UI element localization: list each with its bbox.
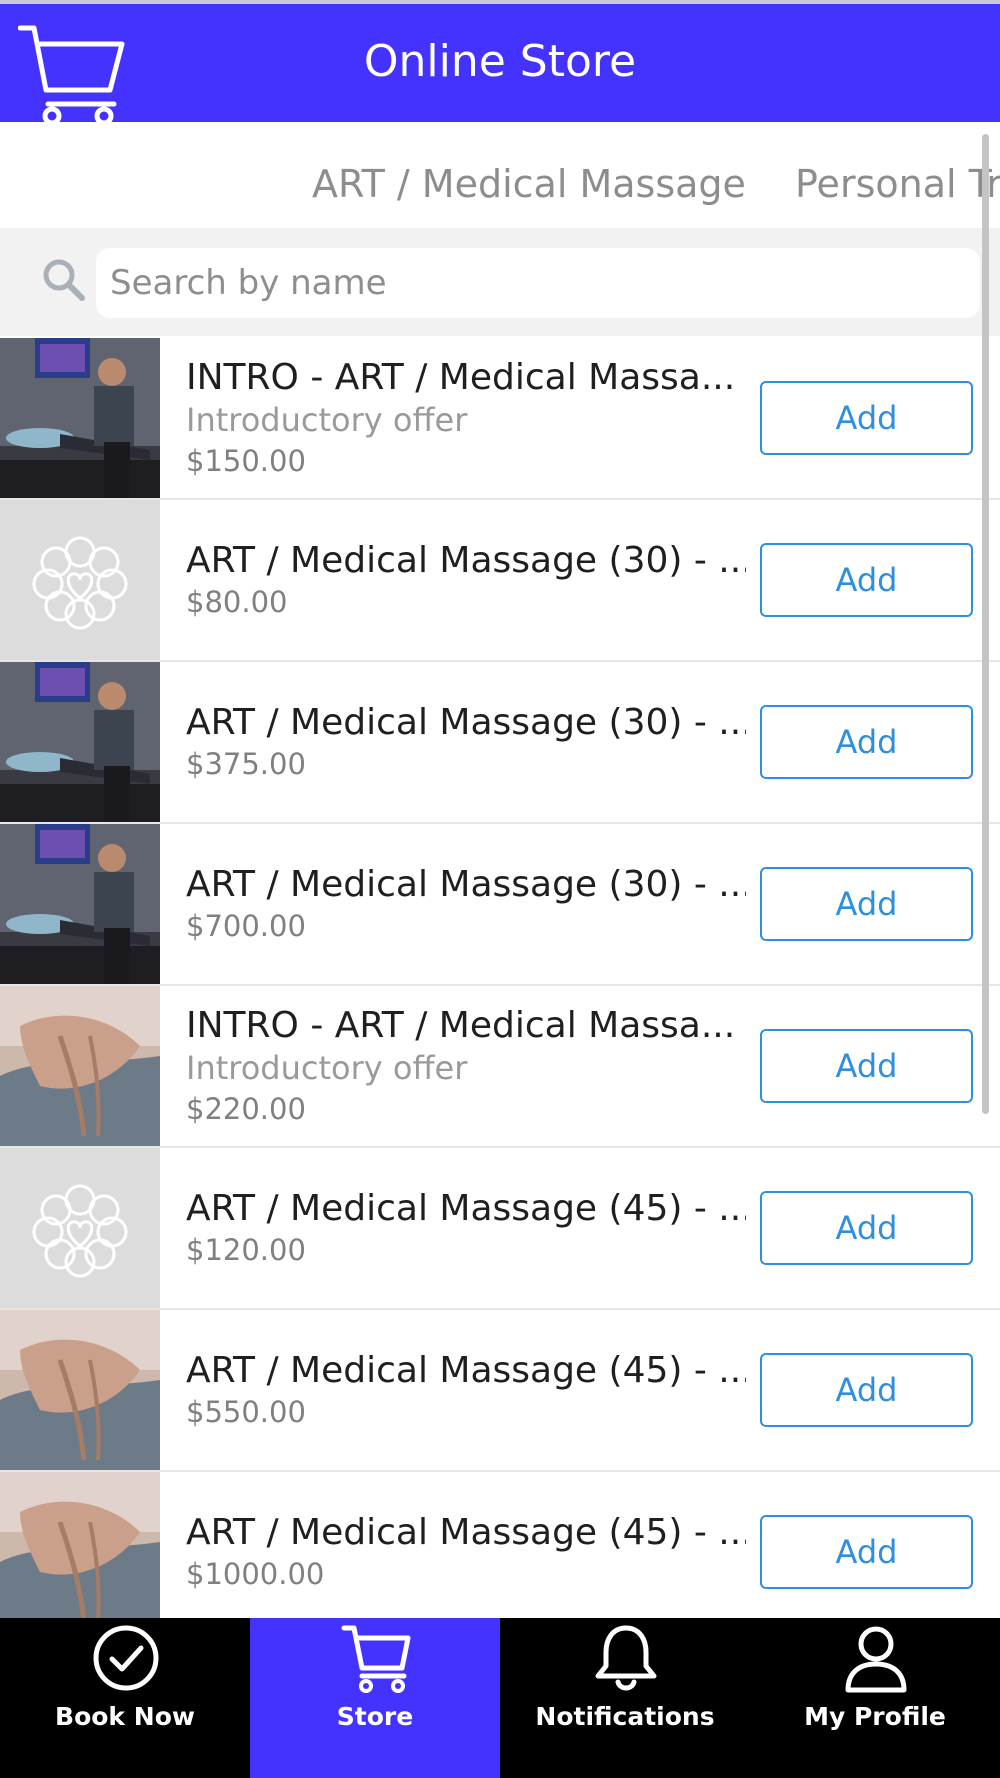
scrollbar[interactable] — [982, 134, 989, 1114]
product-name: INTRO - ART / Medical Massa... — [186, 1005, 736, 1047]
product-price: $220.00 — [186, 1091, 306, 1126]
product-name: ART / Medical Massage (30) - ... — [186, 701, 746, 743]
category-tabs: ART / Medical Massage Personal Tr — [0, 122, 1000, 228]
app-header: Online Store — [0, 4, 1000, 124]
product-row: INTRO - ART / Medical Massa... Introduct… — [0, 338, 1000, 500]
product-price: $80.00 — [186, 584, 288, 619]
product-thumbnail — [0, 1472, 160, 1618]
add-button[interactable]: Add — [760, 705, 973, 779]
product-subtitle: Introductory offer — [186, 1049, 468, 1088]
search-icon — [43, 259, 85, 301]
product-row: ART / Medical Massage (45) - ... $1000.0… — [0, 1472, 1000, 1618]
add-button[interactable]: Add — [760, 1191, 973, 1265]
product-price: $550.00 — [186, 1394, 306, 1429]
bell-icon — [595, 1625, 657, 1691]
check-circle-icon — [93, 1625, 159, 1691]
product-row: ART / Medical Massage (30) - ... $700.00… — [0, 824, 1000, 986]
product-thumbnail — [0, 1148, 160, 1308]
product-name: ART / Medical Massage (30) - ... — [186, 539, 746, 581]
product-row: ART / Medical Massage (30) - ... $375.00… — [0, 662, 1000, 824]
product-name: ART / Medical Massage (45) - ... — [186, 1349, 746, 1391]
product-thumbnail — [0, 662, 160, 822]
add-button[interactable]: Add — [760, 381, 973, 455]
search-input[interactable] — [96, 248, 980, 318]
product-row: INTRO - ART / Medical Massa... Introduct… — [0, 986, 1000, 1148]
product-subtitle: Introductory offer — [186, 401, 468, 440]
nav-label: My Profile — [804, 1702, 946, 1731]
product-price: $150.00 — [186, 443, 306, 478]
add-button[interactable]: Add — [760, 1515, 973, 1589]
product-name: ART / Medical Massage (30) - ... — [186, 863, 746, 905]
product-list: INTRO - ART / Medical Massa... Introduct… — [0, 338, 1000, 1618]
product-row: ART / Medical Massage (45) - ... $550.00… — [0, 1310, 1000, 1472]
add-button[interactable]: Add — [760, 543, 973, 617]
tab-personal-training[interactable]: Personal Tr — [795, 162, 1000, 206]
product-name: ART / Medical Massage (45) - ... — [186, 1187, 746, 1229]
search-bar — [0, 228, 1000, 336]
nav-my-profile[interactable]: My Profile — [750, 1618, 1000, 1778]
nav-store[interactable]: Store — [250, 1618, 500, 1778]
product-row: ART / Medical Massage (45) - ... $120.00… — [0, 1148, 1000, 1310]
nav-notifications[interactable]: Notifications — [500, 1618, 750, 1778]
user-icon — [845, 1626, 907, 1693]
product-thumbnail — [0, 1310, 160, 1470]
product-thumbnail — [0, 986, 160, 1146]
product-name: INTRO - ART / Medical Massa... — [186, 357, 736, 399]
add-button[interactable]: Add — [760, 867, 973, 941]
cart-icon — [341, 1625, 411, 1693]
nav-label: Notifications — [535, 1702, 715, 1731]
nav-label: Store — [336, 1702, 414, 1731]
nav-label: Book Now — [55, 1702, 195, 1731]
add-button[interactable]: Add — [760, 1029, 973, 1103]
product-thumbnail — [0, 500, 160, 660]
nav-book-now[interactable]: Book Now — [0, 1618, 250, 1778]
page-title: Online Store — [363, 36, 637, 87]
product-price: $375.00 — [186, 746, 306, 781]
product-price: $700.00 — [186, 908, 306, 943]
product-price: $1000.00 — [186, 1556, 325, 1591]
add-button[interactable]: Add — [760, 1353, 973, 1427]
product-thumbnail — [0, 338, 160, 498]
bottom-nav: Book Now Store Notifications My Profile — [0, 1618, 1000, 1778]
product-name: ART / Medical Massage (45) - ... — [186, 1511, 746, 1553]
tab-art-medical-massage[interactable]: ART / Medical Massage — [312, 162, 746, 206]
product-price: $120.00 — [186, 1232, 306, 1267]
product-row: ART / Medical Massage (30) - ... $80.00 … — [0, 500, 1000, 662]
product-thumbnail — [0, 824, 160, 984]
